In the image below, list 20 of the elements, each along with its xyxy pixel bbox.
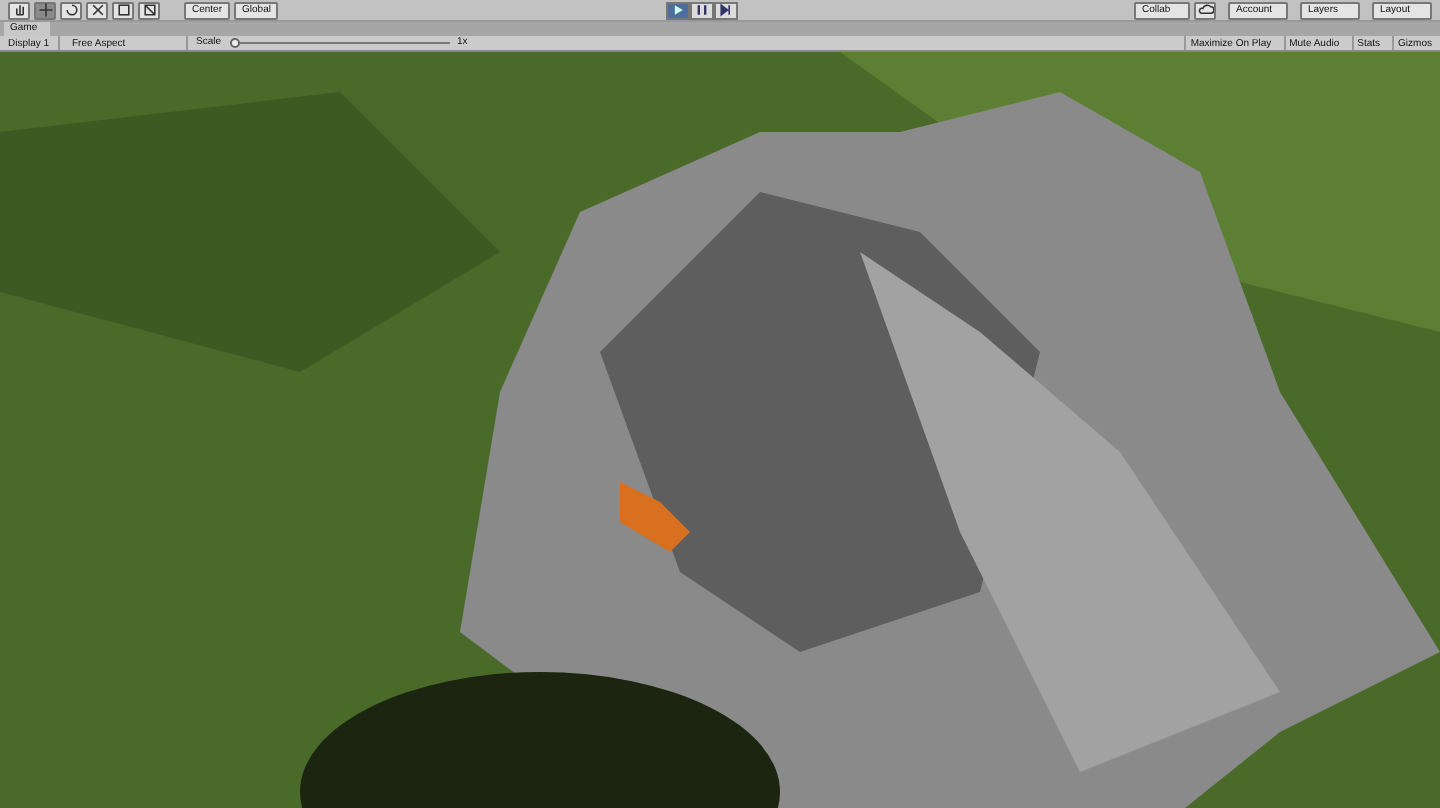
rotate-tool-button[interactable] bbox=[60, 1, 82, 19]
transform-tool-button[interactable] bbox=[138, 1, 160, 19]
scale-icon bbox=[89, 2, 105, 18]
play-icon bbox=[670, 2, 687, 18]
hand-tool-button[interactable] bbox=[8, 1, 30, 19]
move-icon bbox=[37, 2, 53, 18]
rotate-icon bbox=[63, 2, 79, 18]
scale-tool-button[interactable] bbox=[86, 1, 108, 19]
pause-icon bbox=[694, 2, 711, 18]
step-button[interactable] bbox=[714, 1, 739, 19]
rect-tool-button[interactable] bbox=[112, 1, 134, 19]
rect-icon bbox=[115, 2, 131, 18]
transform-icon bbox=[141, 2, 157, 18]
play-button[interactable] bbox=[666, 1, 691, 19]
cloud-icon[interactable] bbox=[1194, 1, 1216, 19]
pause-button[interactable] bbox=[690, 1, 715, 19]
hand-icon bbox=[11, 2, 27, 18]
slider-thumb[interactable] bbox=[229, 38, 240, 48]
step-icon bbox=[718, 2, 735, 18]
move-tool-button[interactable] bbox=[34, 1, 56, 19]
